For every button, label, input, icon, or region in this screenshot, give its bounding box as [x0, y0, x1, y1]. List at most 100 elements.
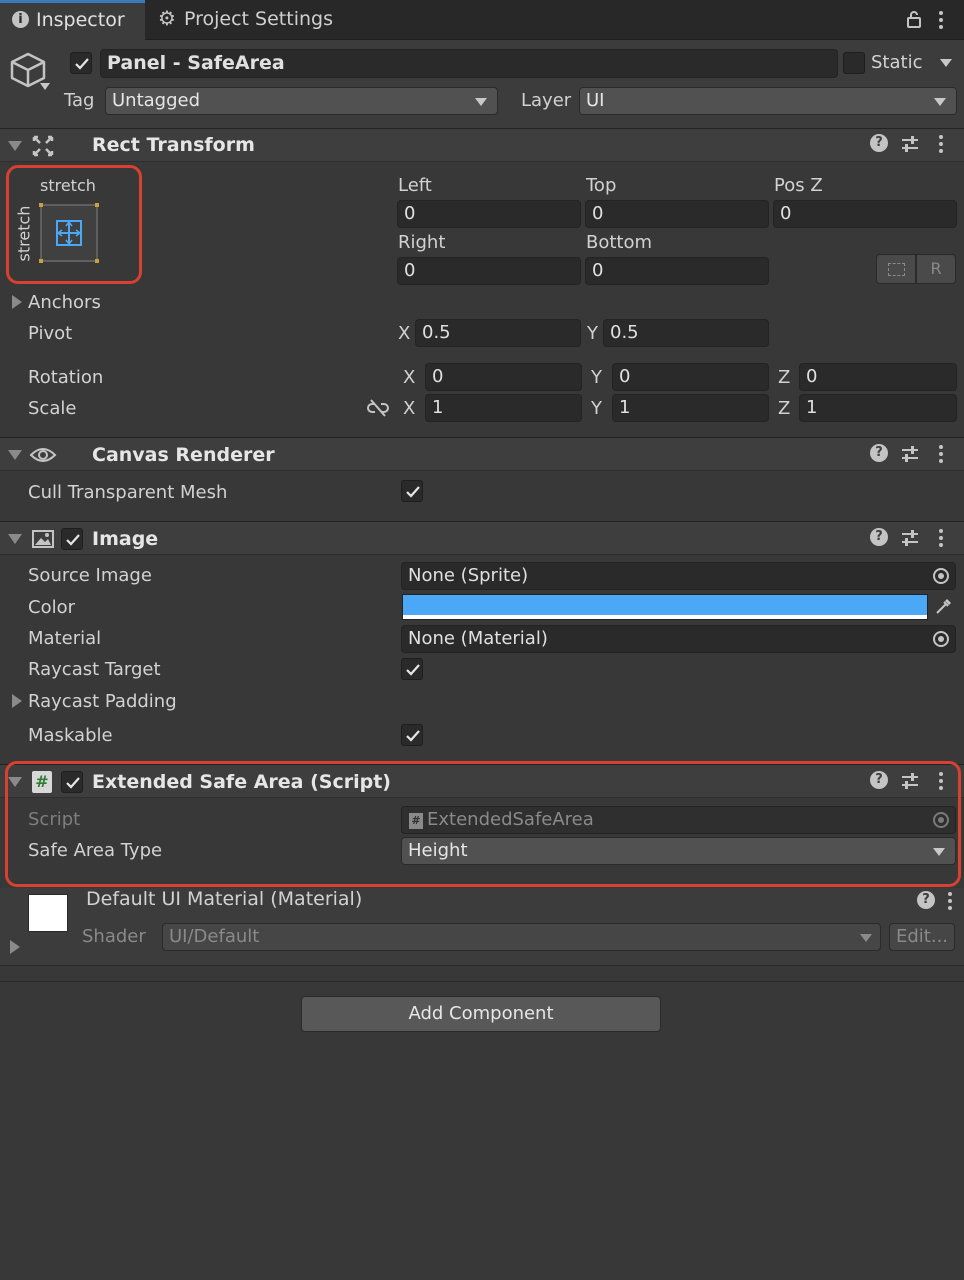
eyedropper-icon[interactable] — [934, 596, 954, 616]
posz-field[interactable]: 0 — [773, 200, 957, 228]
left-field[interactable]: 0 — [397, 200, 581, 228]
object-name-field[interactable]: Panel - SafeArea — [100, 49, 838, 78]
tab-menu-icon[interactable] — [936, 10, 946, 30]
rect-transform-header[interactable]: Rect Transform ? — [0, 128, 964, 162]
more-icon[interactable] — [938, 444, 944, 464]
component-header-icons: ? — [870, 771, 954, 795]
help-icon[interactable]: ? — [870, 444, 888, 462]
pivot-x-field[interactable]: 0.5 — [415, 319, 581, 347]
maskable-label: Maskable — [28, 725, 113, 746]
anchors-foldout-icon[interactable] — [12, 295, 22, 309]
anchor-preset-h-label: stretch — [40, 176, 96, 195]
help-icon[interactable]: ? — [870, 134, 888, 152]
scale-z-field[interactable]: 1 — [799, 394, 957, 422]
more-icon[interactable] — [938, 134, 944, 154]
material-field[interactable]: None (Material) — [401, 625, 956, 653]
script-enabled-checkbox[interactable] — [61, 771, 83, 793]
tag-dropdown[interactable]: Untagged — [105, 87, 498, 115]
safe-area-type-dropdown[interactable]: Height — [401, 837, 956, 865]
presets-icon[interactable] — [900, 528, 920, 548]
object-picker-icon[interactable] — [933, 631, 949, 647]
shader-label: Shader — [82, 926, 146, 947]
help-icon[interactable]: ? — [917, 891, 935, 909]
shader-dropdown[interactable]: UI/Default — [162, 923, 881, 951]
info-icon: i — [12, 11, 29, 28]
edit-shader-button[interactable]: Edit... — [889, 923, 955, 951]
more-icon[interactable] — [938, 528, 944, 548]
maskable-checkbox[interactable] — [401, 724, 423, 746]
script-header[interactable]: # Extended Safe Area (Script) ? — [0, 764, 964, 798]
anchor-preset-button[interactable]: stretch stretch — [14, 170, 134, 278]
layer-dropdown[interactable]: UI — [579, 87, 957, 115]
help-icon[interactable]: ? — [870, 771, 888, 789]
script-value: ExtendedSafeArea — [427, 809, 594, 830]
static-checkbox[interactable] — [843, 52, 865, 74]
unlinked-icon[interactable] — [367, 399, 389, 417]
object-picker-icon[interactable] — [933, 568, 949, 584]
raw-edit-button[interactable]: R — [916, 254, 956, 284]
rot-y-field[interactable]: 0 — [612, 363, 769, 391]
component-header-icons: ? — [870, 528, 954, 552]
script-hash-icon: # — [32, 771, 52, 793]
scale-y-field[interactable]: 1 — [612, 394, 769, 422]
more-icon[interactable] — [947, 891, 953, 911]
raycast-target-checkbox[interactable] — [401, 658, 423, 680]
shader-value: UI/Default — [169, 926, 260, 947]
right-field[interactable]: 0 — [397, 257, 581, 285]
add-component-button[interactable]: Add Component — [301, 996, 661, 1032]
static-label: Static — [871, 52, 923, 73]
scale-x-field[interactable]: 1 — [425, 394, 582, 422]
object-header: Panel - SafeArea Static Tag Untagged Lay… — [0, 40, 964, 128]
material-foldout-icon[interactable] — [10, 940, 20, 954]
cull-checkbox[interactable] — [401, 480, 423, 502]
script-field: # ExtendedSafeArea — [401, 806, 956, 834]
component-header-icons: ? — [870, 444, 954, 468]
rect-transform-title: Rect Transform — [92, 134, 255, 156]
icon-dropdown-icon[interactable] — [40, 83, 50, 90]
pivot-x-axis: X — [398, 323, 411, 344]
static-dropdown-icon[interactable] — [940, 59, 952, 67]
image-header[interactable]: Image ? — [0, 521, 964, 555]
image-icon — [32, 530, 54, 548]
anchors-label[interactable]: Anchors — [28, 292, 101, 313]
pivot-y-axis: Y — [587, 323, 598, 344]
foldout-icon[interactable] — [8, 534, 22, 544]
scale-x-axis: X — [403, 398, 416, 419]
color-swatch[interactable] — [402, 594, 928, 620]
rot-x-field[interactable]: 0 — [425, 363, 582, 391]
pivot-y-field[interactable]: 0.5 — [603, 319, 769, 347]
gear-icon: ⚙ — [158, 6, 176, 30]
posz-label: Pos Z — [774, 175, 823, 196]
material-value: None (Material) — [408, 628, 548, 649]
tab-project-settings-label: Project Settings — [184, 8, 333, 30]
image-title: Image — [92, 528, 159, 550]
presets-icon[interactable] — [900, 444, 920, 464]
blueprint-mode-button[interactable] — [876, 254, 916, 284]
source-image-field[interactable]: None (Sprite) — [401, 562, 956, 590]
source-image-label: Source Image — [28, 565, 152, 586]
presets-icon[interactable] — [900, 134, 920, 154]
lock-icon[interactable] — [906, 10, 922, 28]
image-enabled-checkbox[interactable] — [61, 528, 83, 550]
foldout-icon[interactable] — [8, 450, 22, 460]
top-field[interactable]: 0 — [585, 200, 769, 228]
tag-label: Tag — [64, 90, 95, 111]
presets-icon[interactable] — [900, 771, 920, 791]
foldout-icon[interactable] — [8, 777, 22, 787]
component-header-icons: ? — [870, 134, 954, 158]
raycast-padding-label[interactable]: Raycast Padding — [28, 691, 177, 712]
canvas-renderer-title: Canvas Renderer — [92, 444, 275, 466]
help-icon[interactable]: ? — [870, 528, 888, 546]
chevron-down-icon — [475, 98, 487, 106]
canvas-renderer-header[interactable]: Canvas Renderer ? — [0, 437, 964, 471]
tab-project-settings[interactable]: ⚙ Project Settings — [150, 0, 350, 40]
raycast-padding-foldout-icon[interactable] — [12, 694, 22, 708]
material-title: Default UI Material (Material) — [86, 888, 363, 910]
bottom-field[interactable]: 0 — [585, 257, 769, 285]
active-checkbox[interactable] — [70, 52, 92, 74]
more-icon[interactable] — [938, 771, 944, 791]
chevron-down-icon — [934, 98, 946, 106]
foldout-icon[interactable] — [8, 141, 22, 151]
tab-inspector[interactable]: i Inspector — [0, 0, 145, 40]
rot-z-field[interactable]: 0 — [799, 363, 957, 391]
